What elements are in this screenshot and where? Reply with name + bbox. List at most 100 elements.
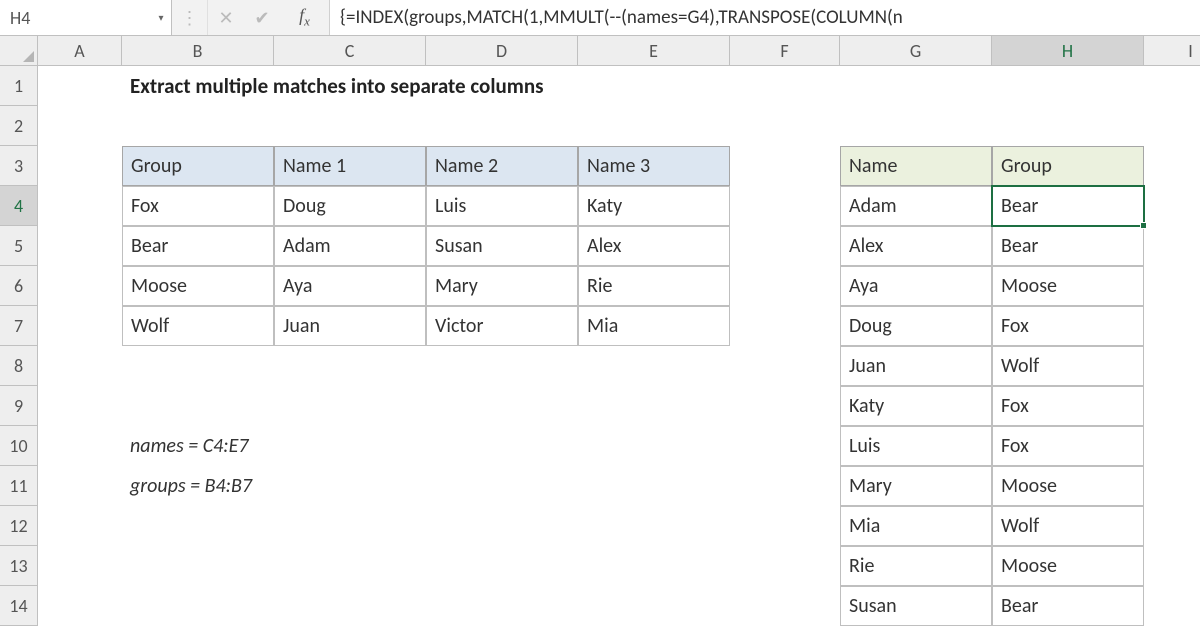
row-header-13[interactable]: 13 xyxy=(0,546,38,586)
cell-A9[interactable] xyxy=(38,386,122,426)
cell-I11[interactable] xyxy=(1144,466,1200,506)
cell-I10[interactable] xyxy=(1144,426,1200,466)
cell-E8[interactable] xyxy=(578,346,730,386)
column-header-F[interactable]: F xyxy=(730,36,840,66)
cell-G7[interactable]: Doug xyxy=(840,306,992,346)
column-header-I[interactable]: I xyxy=(1144,36,1200,66)
cell-A14[interactable] xyxy=(38,586,122,626)
cell-B5[interactable]: Bear xyxy=(122,226,274,266)
row-header-14[interactable]: 14 xyxy=(0,586,38,626)
cell-I5[interactable] xyxy=(1144,226,1200,266)
cell-G12[interactable]: Mia xyxy=(840,506,992,546)
row-header-3[interactable]: 3 xyxy=(0,146,38,186)
column-header-C[interactable]: C xyxy=(274,36,426,66)
cell-G11[interactable]: Mary xyxy=(840,466,992,506)
cell-A1[interactable] xyxy=(38,66,122,106)
cell-D14[interactable] xyxy=(426,586,578,626)
cell-D7[interactable]: Victor xyxy=(426,306,578,346)
cell-grid[interactable]: Extract multiple matches into separate c… xyxy=(38,66,1200,626)
cell-H3[interactable]: Group xyxy=(992,146,1144,186)
row-header-6[interactable]: 6 xyxy=(0,266,38,306)
cell-B11[interactable]: groups = B4:B7 xyxy=(122,466,274,506)
cell-D11[interactable] xyxy=(426,466,578,506)
cell-E7[interactable]: Mia xyxy=(578,306,730,346)
cell-C12[interactable] xyxy=(274,506,426,546)
cell-H8[interactable]: Wolf xyxy=(992,346,1144,386)
cell-A12[interactable] xyxy=(38,506,122,546)
cell-E2[interactable] xyxy=(578,106,730,146)
cell-I4[interactable] xyxy=(1144,186,1200,226)
cell-D9[interactable] xyxy=(426,386,578,426)
cell-F2[interactable] xyxy=(730,106,840,146)
cell-H7[interactable]: Fox xyxy=(992,306,1144,346)
cell-F1[interactable] xyxy=(730,66,840,106)
cell-B14[interactable] xyxy=(122,586,274,626)
cell-C7[interactable]: Juan xyxy=(274,306,426,346)
cell-E3[interactable]: Name 3 xyxy=(578,146,730,186)
cell-E6[interactable]: Rie xyxy=(578,266,730,306)
cell-C4[interactable]: Doug xyxy=(274,186,426,226)
cell-H10[interactable]: Fox xyxy=(992,426,1144,466)
column-header-A[interactable]: A xyxy=(38,36,122,66)
cell-E10[interactable] xyxy=(578,426,730,466)
cell-H6[interactable]: Moose xyxy=(992,266,1144,306)
cell-F11[interactable] xyxy=(730,466,840,506)
cell-A6[interactable] xyxy=(38,266,122,306)
cell-C11[interactable] xyxy=(274,466,426,506)
cell-E1[interactable] xyxy=(578,66,730,106)
cell-A4[interactable] xyxy=(38,186,122,226)
cells-area[interactable]: Extract multiple matches into separate c… xyxy=(38,66,1200,630)
cell-F5[interactable] xyxy=(730,226,840,266)
cell-A10[interactable] xyxy=(38,426,122,466)
cell-E4[interactable]: Katy xyxy=(578,186,730,226)
cell-G4[interactable]: Adam xyxy=(840,186,992,226)
cell-F10[interactable] xyxy=(730,426,840,466)
cell-B4[interactable]: Fox xyxy=(122,186,274,226)
cell-B10[interactable]: names = C4:E7 xyxy=(122,426,274,466)
cell-G5[interactable]: Alex xyxy=(840,226,992,266)
cell-H1[interactable] xyxy=(992,66,1144,106)
row-header-12[interactable]: 12 xyxy=(0,506,38,546)
column-header-D[interactable]: D xyxy=(426,36,578,66)
cell-D3[interactable]: Name 2 xyxy=(426,146,578,186)
cell-C8[interactable] xyxy=(274,346,426,386)
cell-A3[interactable] xyxy=(38,146,122,186)
cell-G13[interactable]: Rie xyxy=(840,546,992,586)
cell-B8[interactable] xyxy=(122,346,274,386)
cell-C5[interactable]: Adam xyxy=(274,226,426,266)
column-header-B[interactable]: B xyxy=(122,36,274,66)
cell-C10[interactable] xyxy=(274,426,426,466)
cell-D13[interactable] xyxy=(426,546,578,586)
cell-B12[interactable] xyxy=(122,506,274,546)
cell-A5[interactable] xyxy=(38,226,122,266)
cell-G8[interactable]: Juan xyxy=(840,346,992,386)
cell-H9[interactable]: Fox xyxy=(992,386,1144,426)
cell-H13[interactable]: Moose xyxy=(992,546,1144,586)
cell-C9[interactable] xyxy=(274,386,426,426)
cell-A13[interactable] xyxy=(38,546,122,586)
cell-D5[interactable]: Susan xyxy=(426,226,578,266)
cell-G3[interactable]: Name xyxy=(840,146,992,186)
cell-A7[interactable] xyxy=(38,306,122,346)
row-header-4[interactable]: 4 xyxy=(0,186,38,226)
name-box-caret-icon[interactable]: ▾ xyxy=(153,11,169,24)
cell-I7[interactable] xyxy=(1144,306,1200,346)
cell-H12[interactable]: Wolf xyxy=(992,506,1144,546)
cell-G1[interactable] xyxy=(840,66,992,106)
row-header-8[interactable]: 8 xyxy=(0,346,38,386)
column-header-G[interactable]: G xyxy=(840,36,992,66)
cell-A11[interactable] xyxy=(38,466,122,506)
cell-B7[interactable]: Wolf xyxy=(122,306,274,346)
cell-H2[interactable] xyxy=(992,106,1144,146)
cell-C2[interactable] xyxy=(274,106,426,146)
cell-H5[interactable]: Bear xyxy=(992,226,1144,266)
cell-G6[interactable]: Aya xyxy=(840,266,992,306)
cell-E11[interactable] xyxy=(578,466,730,506)
cell-E9[interactable] xyxy=(578,386,730,426)
cell-F4[interactable] xyxy=(730,186,840,226)
select-all-corner[interactable] xyxy=(0,36,38,66)
row-header-10[interactable]: 10 xyxy=(0,426,38,466)
cell-B2[interactable] xyxy=(122,106,274,146)
cell-I6[interactable] xyxy=(1144,266,1200,306)
formula-input[interactable]: {=INDEX(groups,MATCH(1,MMULT(--(names=G4… xyxy=(330,0,1200,35)
